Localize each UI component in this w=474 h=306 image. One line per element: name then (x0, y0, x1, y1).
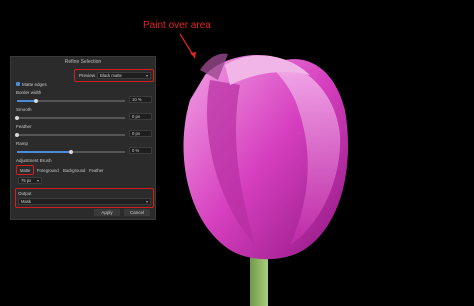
tab-background[interactable]: Background (63, 168, 85, 173)
ramp-fill (17, 151, 71, 153)
border-width-thumb[interactable] (34, 98, 39, 103)
border-width-field[interactable]: 10 % (129, 96, 152, 103)
image-canvas[interactable]: Paint over area Refine Selection Preview… (0, 0, 474, 306)
feather-slider[interactable] (15, 132, 125, 137)
matte-edges-checkbox[interactable] (16, 82, 20, 86)
brush-size-field[interactable]: 75 px ▾ (18, 177, 42, 184)
refine-selection-dialog: Refine Selection Preview Black matte ▾ M… (10, 56, 156, 220)
chevron-down-icon: ▾ (145, 199, 148, 204)
smooth-thumb[interactable] (15, 115, 19, 120)
ramp-field[interactable]: 0 % (129, 147, 152, 154)
ramp-slider[interactable] (17, 149, 125, 154)
brush-size-value: 75 px (21, 178, 32, 183)
feather-field[interactable]: 0 px (129, 130, 152, 137)
feather-thumb[interactable] (15, 132, 19, 137)
output-value: Mask (21, 199, 32, 204)
output-dropdown[interactable]: Mask ▾ (18, 198, 151, 205)
tab-feather[interactable]: Feather (89, 168, 103, 173)
feather-label: Feather (16, 124, 32, 129)
border-width-slider[interactable] (17, 98, 125, 103)
border-width-label: Border width (16, 90, 42, 95)
output-label: Output (18, 191, 32, 196)
tab-foreground[interactable]: Foreground (37, 168, 59, 173)
smooth-label: Smooth (16, 107, 32, 112)
smooth-field[interactable]: 0 px (129, 113, 152, 120)
ramp-thumb[interactable] (69, 149, 73, 154)
smooth-slider[interactable] (15, 115, 125, 120)
dialog-title: Refine Selection (64, 59, 102, 65)
adjustment-brush-label: Adjustment Brush (16, 158, 52, 163)
apply-button[interactable]: Apply (94, 209, 120, 216)
preview-value: Black matte (100, 72, 122, 78)
preview-label: Preview (79, 73, 96, 78)
preview-dropdown[interactable]: Black matte ▾ (97, 71, 151, 79)
cancel-button[interactable]: Cancel (124, 209, 150, 216)
chevron-down-icon: ▾ (36, 178, 39, 183)
matte-edges-label: Matte edges (22, 81, 47, 87)
ramp-label: Ramp (16, 141, 29, 146)
chevron-down-icon: ▾ (145, 72, 148, 78)
tab-matte[interactable]: Matte (20, 168, 30, 173)
